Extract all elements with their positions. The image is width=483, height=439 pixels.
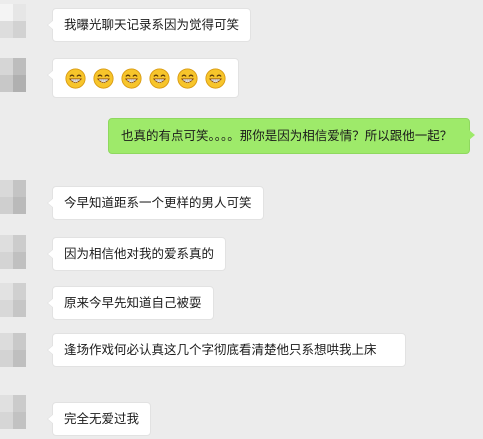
incoming-message-bubble[interactable]: 逢场作戏何必认真这几个字彻底看清楚他只系想哄我上床: [47, 333, 406, 367]
incoming-message-bubble[interactable]: 原来今早先知道自己被耍: [47, 286, 214, 320]
contact-avatar[interactable]: [0, 283, 26, 317]
incoming-message-bubble[interactable]: 今早知道距系一个更样的男人可笑: [47, 186, 264, 220]
message-text: 今早知道距系一个更样的男人可笑: [64, 195, 252, 210]
contact-avatar[interactable]: [0, 4, 26, 38]
incoming-message-bubble[interactable]: 完全无爱过我: [46, 402, 152, 436]
contact-avatar[interactable]: [0, 180, 26, 214]
emoji-row: [65, 66, 226, 90]
message-text: 完全无爱过我: [64, 411, 140, 426]
grin-emoji-icon: [65, 67, 86, 89]
grin-emoji-icon: [177, 67, 198, 89]
message-text: 我曝光聊天记录系因为觉得可笑: [64, 17, 240, 32]
grin-emoji-icon: [93, 67, 114, 89]
grin-emoji-icon: [121, 67, 142, 89]
contact-avatar[interactable]: [0, 235, 26, 269]
message-text: 因为相信他对我的爱系真的: [64, 246, 215, 261]
contact-avatar[interactable]: [0, 333, 26, 367]
grin-emoji-icon: [149, 67, 170, 89]
message-text: 原来今早先知道自己被耍: [64, 295, 202, 310]
grin-emoji-icon: [205, 67, 226, 89]
incoming-message-bubble[interactable]: 因为相信他对我的爱系真的: [46, 237, 227, 271]
contact-avatar[interactable]: [0, 58, 26, 92]
incoming-message-bubble[interactable]: 我曝光聊天记录系因为觉得可笑: [46, 8, 252, 42]
contact-avatar[interactable]: [0, 395, 26, 429]
outgoing-message-bubble[interactable]: 也真的有点可笑。。。。那你是因为相信爱情？所以跟他一起？: [108, 118, 475, 154]
message-text: 逢场作戏何必认真这几个字彻底看清楚他只系想哄我上床: [64, 342, 377, 357]
incoming-emoji-message[interactable]: [47, 58, 239, 98]
message-text: 也真的有点可笑。。。。那你是因为相信爱情？所以跟他一起？: [121, 128, 453, 143]
